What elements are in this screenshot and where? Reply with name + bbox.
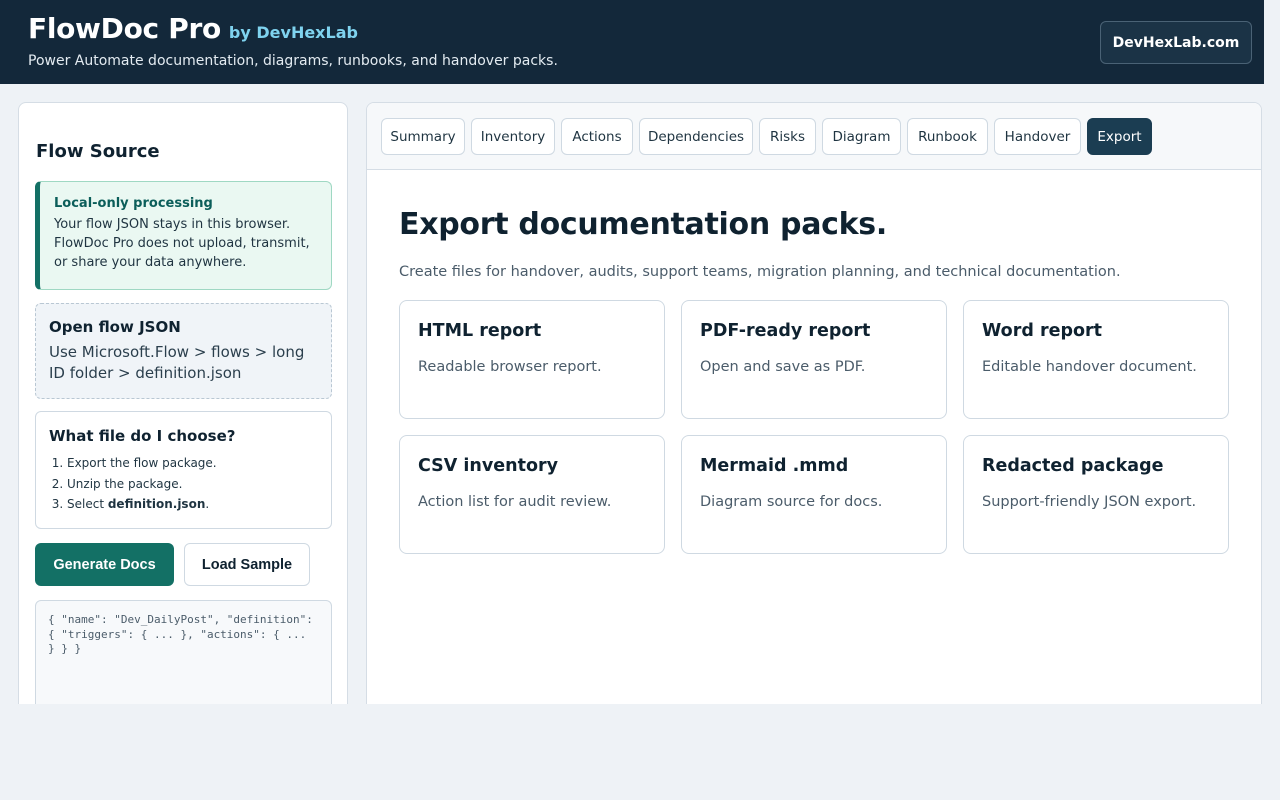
- load-sample-button[interactable]: Load Sample: [184, 543, 310, 586]
- card-text: Diagram source for docs.: [700, 494, 883, 510]
- card-text: Support-friendly JSON export.: [982, 494, 1197, 510]
- open-json-dropzone[interactable]: Open flow JSON Use Microsoft.Flow > flow…: [35, 303, 332, 399]
- page-background: [0, 704, 1280, 800]
- tab-export[interactable]: Export: [1087, 118, 1152, 155]
- generate-docs-button[interactable]: Generate Docs: [35, 543, 174, 586]
- card-title: Word report: [982, 321, 1102, 341]
- tab-handover[interactable]: Handover: [994, 118, 1081, 155]
- tab-actions[interactable]: Actions: [561, 118, 633, 155]
- local-processing-notice: Local-only processing Your flow JSON sta…: [35, 181, 332, 290]
- tab-bar: Summary Inventory Actions Dependencies R…: [367, 103, 1261, 170]
- tab-dependencies[interactable]: Dependencies: [639, 118, 753, 155]
- page-subtitle: Create files for handover, audits, suppo…: [399, 264, 1121, 280]
- card-text: Action list for audit review.: [418, 494, 612, 510]
- sidebar-title: Flow Source: [36, 141, 160, 162]
- page-title: Export documentation packs.: [399, 207, 887, 242]
- step-punct: .: [205, 497, 210, 511]
- card-title: HTML report: [418, 321, 542, 341]
- app-header: FlowDoc Pro by DevHexLab Power Automate …: [0, 0, 1264, 84]
- tagline: Power Automate documentation, diagrams, …: [28, 53, 558, 69]
- sidebar: Flow Source Local-only processing Your f…: [18, 102, 348, 722]
- export-card-redacted[interactable]: Redacted package Support-friendly JSON e…: [963, 435, 1229, 554]
- tab-runbook[interactable]: Runbook: [907, 118, 988, 155]
- notice-text: Your flow JSON stays in this browser. Fl…: [54, 217, 310, 270]
- app-name: FlowDoc Pro: [28, 12, 221, 45]
- step-text: Select: [67, 497, 108, 511]
- tab-diagram[interactable]: Diagram: [822, 118, 901, 155]
- file-help-steps: Export the flow package. Unzip the packa…: [49, 453, 319, 515]
- export-card-pdf[interactable]: PDF-ready report Open and save as PDF.: [681, 300, 947, 419]
- step-item: Select definition.json.: [67, 494, 319, 515]
- site-link-button[interactable]: DevHexLab.com: [1100, 21, 1252, 64]
- card-text: Readable browser report.: [418, 359, 602, 375]
- card-title: Mermaid .mmd: [700, 456, 849, 476]
- export-card-csv[interactable]: CSV inventory Action list for audit revi…: [399, 435, 665, 554]
- card-title: Redacted package: [982, 456, 1164, 476]
- card-title: CSV inventory: [418, 456, 559, 476]
- json-input[interactable]: { "name": "Dev_DailyPost", "definition":…: [35, 600, 332, 720]
- scrollbar[interactable]: [1264, 0, 1280, 704]
- brand: FlowDoc Pro by DevHexLab: [28, 12, 358, 45]
- export-card-html[interactable]: HTML report Readable browser report.: [399, 300, 665, 419]
- step-item: Unzip the package.: [67, 474, 319, 495]
- step-item: Export the flow package.: [67, 453, 319, 474]
- tab-risks[interactable]: Risks: [759, 118, 816, 155]
- file-help-title: What file do I choose?: [49, 427, 236, 445]
- notice-title: Local-only processing: [54, 196, 213, 211]
- export-card-mermaid[interactable]: Mermaid .mmd Diagram source for docs.: [681, 435, 947, 554]
- dropzone-title: Open flow JSON: [49, 318, 181, 336]
- tab-inventory[interactable]: Inventory: [471, 118, 555, 155]
- dropzone-hint: Use Microsoft.Flow > flows > long ID fol…: [49, 343, 305, 382]
- card-title: PDF-ready report: [700, 321, 871, 341]
- file-help-box: What file do I choose? Export the flow p…: [35, 411, 332, 529]
- card-text: Editable handover document.: [982, 359, 1197, 375]
- step-filename: definition.json: [107, 497, 206, 511]
- card-text: Open and save as PDF.: [700, 359, 866, 375]
- tab-summary[interactable]: Summary: [381, 118, 465, 155]
- main-panel: Summary Inventory Actions Dependencies R…: [366, 102, 1262, 722]
- by-line: by DevHexLab: [228, 23, 358, 42]
- export-card-word[interactable]: Word report Editable handover document.: [963, 300, 1229, 419]
